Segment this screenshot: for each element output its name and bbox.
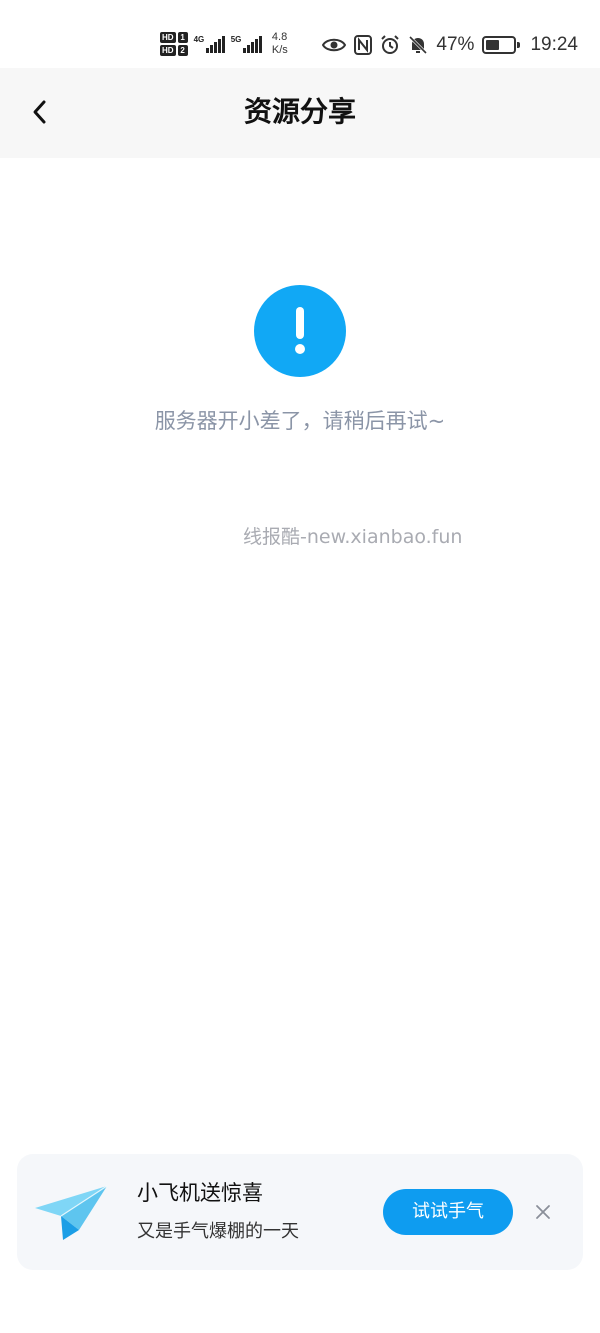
signal-bars-icon [206,35,225,53]
paper-plane-icon [33,1182,109,1246]
mute-bell-icon [408,35,428,55]
battery-percent: 47% [436,34,475,55]
speed-value: 4.8 [271,31,288,43]
promo-subtitle: 又是手气爆棚的一天 [137,1221,299,1242]
close-icon [536,1205,550,1219]
watermark: 线报酷-new.xianbao.fun [243,526,463,548]
exclamation-circle-icon [254,285,346,377]
sim-2-badge: 2 [177,45,188,56]
page-title: 资源分享 [243,95,356,128]
nav-bar: 资源分享 [0,68,600,158]
battery-level [486,40,499,50]
hd-badge-2: HD [160,45,176,56]
speed-unit: K/s [271,44,288,56]
nfc-icon [354,35,373,55]
signal-4g: 4G [194,35,225,53]
close-promo-button[interactable] [531,1200,555,1224]
sim-status: HD 1 HD 2 [160,32,188,56]
network-type-1: 4G [193,35,205,44]
alarm-icon [380,35,400,55]
network-speed: 4.8 K/s [272,31,288,57]
error-message: 服务器开小差了，请稍后再试~ [154,409,446,433]
status-icons: 47% 19:24 [322,30,578,60]
sim-1-badge: 1 [177,32,188,43]
signal-5g: 5G [231,35,262,53]
network-indicators: HD 1 HD 2 4G 5G 4.8 K/s [160,26,288,62]
screen: HD 1 HD 2 4G 5G 4.8 K/s 47% 19:24 资源分享 服… [0,0,600,1333]
promo-title: 小飞机送惊喜 [137,1181,263,1205]
battery-icon [482,36,521,54]
status-time: 19:24 [530,34,578,55]
signal-bars-icon [243,35,262,53]
hd-badge-1: HD [160,32,176,43]
try-luck-button[interactable]: 试试手气 [383,1189,513,1235]
eye-icon [322,37,347,53]
network-type-2: 5G [230,35,242,44]
promo-banner[interactable]: 小飞机送惊喜 又是手气爆棚的一天 试试手气 [17,1154,583,1270]
status-bar: HD 1 HD 2 4G 5G 4.8 K/s 47% 19:24 [0,0,600,68]
